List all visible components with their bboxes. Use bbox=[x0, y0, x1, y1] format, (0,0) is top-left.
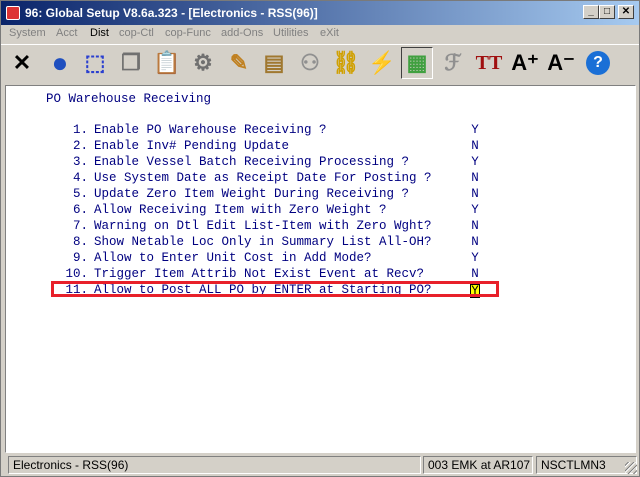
option-value[interactable]: Y bbox=[470, 251, 480, 265]
link-chain-icon: ⛓ bbox=[332, 50, 360, 75]
option-row: 2. Enable Inv# Pending Update N bbox=[6, 139, 636, 155]
option-row: 6. Allow Receiving Item with Zero Weight … bbox=[6, 203, 636, 219]
app-icon bbox=[6, 6, 20, 20]
group-icon: ⚇ bbox=[300, 50, 320, 75]
option-label: Enable PO Warehouse Receiving ? bbox=[94, 123, 327, 137]
option-label: Enable Inv# Pending Update bbox=[94, 139, 290, 153]
option-value[interactable]: N bbox=[470, 267, 480, 281]
option-value[interactable]: N bbox=[470, 171, 480, 185]
option-number: 9. bbox=[72, 251, 88, 265]
notes-button[interactable]: ▤ bbox=[258, 47, 290, 79]
option-number: 8. bbox=[72, 235, 88, 249]
menu-bar: System Acct Dist cop-Ctl cop-Func add-On… bbox=[1, 25, 639, 43]
font-tt-icon: TT bbox=[475, 52, 503, 74]
edit-pencil-button[interactable]: ✎ bbox=[223, 47, 255, 79]
option-number: 3. bbox=[72, 155, 88, 169]
option-number: 4. bbox=[72, 171, 88, 185]
option-label: Update Zero Item Weight During Receiving… bbox=[94, 187, 410, 201]
maximize-button[interactable]: □ bbox=[599, 5, 615, 19]
menu-system[interactable]: System bbox=[9, 27, 46, 39]
option-label: Enable Vessel Batch Receiving Processing… bbox=[94, 155, 410, 169]
option-number: 2. bbox=[72, 139, 88, 153]
menu-acct[interactable]: Acct bbox=[56, 27, 77, 39]
option-label: Use System Date as Receipt Date For Post… bbox=[94, 171, 432, 185]
status-user: 003 EMK at AR107 bbox=[423, 456, 533, 474]
selected-option-highlight bbox=[51, 281, 499, 297]
option-number: 6. bbox=[72, 203, 88, 217]
option-number: 7. bbox=[72, 219, 88, 233]
option-number: 10. bbox=[65, 267, 88, 281]
menu-exit[interactable]: eXit bbox=[320, 27, 339, 39]
copy-icon: ❐ bbox=[121, 50, 141, 75]
settings-gear-icon: ⚙ bbox=[193, 50, 213, 75]
option-label: Warning on Dtl Edit List-Item with Zero … bbox=[94, 219, 432, 233]
screen-title: PO Warehouse Receiving bbox=[46, 92, 212, 106]
lightning-button[interactable]: ⚡ bbox=[366, 47, 398, 79]
help-button[interactable]: ? bbox=[582, 47, 614, 79]
option-row: 7. Warning on Dtl Edit List-Item with Zer… bbox=[6, 219, 636, 235]
font-decrease-button[interactable]: A⁻ bbox=[545, 47, 577, 79]
option-row: 5. Update Zero Item Weight During Receivi… bbox=[6, 187, 636, 203]
exit-x-button[interactable]: ✕ bbox=[6, 47, 38, 79]
calendar-bolt-icon: ▦ bbox=[406, 50, 428, 75]
select-box-icon: ⬚ bbox=[84, 50, 106, 75]
option-label: Trigger Item Attrib Not Exist Event at R… bbox=[94, 267, 425, 281]
option-value[interactable]: N bbox=[470, 235, 480, 249]
script-icon: ℱ bbox=[444, 50, 462, 75]
option-label: Allow Receiving Item with Zero Weight ? bbox=[94, 203, 387, 217]
font-increase-icon: A⁺ bbox=[511, 50, 539, 75]
globe-button[interactable]: ● bbox=[44, 47, 76, 79]
window-title: 96: Global Setup V8.6a.323 - [Electronic… bbox=[25, 6, 318, 20]
option-row: 8. Show Netable Loc Only in Summary List … bbox=[6, 235, 636, 251]
calendar-bolt-button[interactable]: ▦ bbox=[401, 47, 433, 79]
lightning-icon: ⚡ bbox=[368, 50, 396, 75]
group-button[interactable]: ⚇ bbox=[294, 47, 326, 79]
option-value[interactable]: Y bbox=[470, 155, 480, 169]
option-row: 1. Enable PO Warehouse Receiving ? Y bbox=[6, 123, 636, 139]
option-row: 9. Allow to Enter Unit Cost in Add Mode? Y bbox=[6, 251, 636, 267]
menu-add-ons[interactable]: add-Ons bbox=[221, 27, 263, 39]
paste-icon: 📋 bbox=[153, 50, 181, 75]
edit-pencil-icon: ✎ bbox=[229, 50, 249, 75]
menu-cop-ctl[interactable]: cop-Ctl bbox=[119, 27, 154, 39]
menu-utilities[interactable]: Utilities bbox=[273, 27, 308, 39]
paste-button[interactable]: 📋 bbox=[151, 47, 183, 79]
notes-icon: ▤ bbox=[263, 50, 285, 75]
option-row: 4. Use System Date as Receipt Date For Po… bbox=[6, 171, 636, 187]
font-tt-button[interactable]: TT bbox=[473, 47, 505, 79]
script-button[interactable]: ℱ bbox=[437, 47, 469, 79]
option-value[interactable]: N bbox=[470, 139, 480, 153]
font-increase-button[interactable]: A⁺ bbox=[509, 47, 541, 79]
option-number: 1. bbox=[72, 123, 88, 137]
globe-icon: ● bbox=[51, 47, 69, 78]
option-value[interactable]: Y bbox=[470, 203, 480, 217]
minimize-button[interactable]: _ bbox=[583, 5, 599, 19]
resize-grip[interactable] bbox=[625, 462, 637, 474]
menu-cop-func[interactable]: cop-Func bbox=[165, 27, 211, 39]
status-bar: Electronics - RSS(96) 003 EMK at AR107 N… bbox=[1, 455, 639, 476]
status-machine: NSCTLMN3 bbox=[536, 456, 637, 474]
app-window: 96: Global Setup V8.6a.323 - [Electronic… bbox=[0, 0, 640, 477]
help-icon: ? bbox=[586, 51, 610, 75]
menu-dist[interactable]: Dist bbox=[90, 27, 109, 39]
close-button[interactable]: ✕ bbox=[618, 5, 634, 19]
select-box-button[interactable]: ⬚ bbox=[79, 47, 111, 79]
option-label: Show Netable Loc Only in Summary List Al… bbox=[94, 235, 432, 249]
option-value[interactable]: Y bbox=[470, 123, 480, 137]
option-number: 5. bbox=[72, 187, 88, 201]
option-label: Allow to Enter Unit Cost in Add Mode? bbox=[94, 251, 372, 265]
option-row: 3. Enable Vessel Batch Receiving Processi… bbox=[6, 155, 636, 171]
option-value[interactable]: N bbox=[470, 219, 480, 233]
font-decrease-icon: A⁻ bbox=[547, 50, 575, 75]
status-company: Electronics - RSS(96) bbox=[8, 456, 421, 474]
option-value[interactable]: N bbox=[470, 187, 480, 201]
settings-gear-button[interactable]: ⚙ bbox=[187, 47, 219, 79]
link-chain-button[interactable]: ⛓ bbox=[330, 47, 362, 79]
copy-button[interactable]: ❐ bbox=[115, 47, 147, 79]
exit-x-icon: ✕ bbox=[12, 50, 32, 75]
setup-screen: PO Warehouse Receiving 1. Enable PO Wareh… bbox=[5, 85, 636, 453]
title-bar: 96: Global Setup V8.6a.323 - [Electronic… bbox=[1, 1, 639, 25]
toolbar: ✕ ● ⬚ ❐ 📋 ⚙ ✎ ▤ ⚇ ⛓ ⚡ ▦ ℱ TT A⁺ A⁻? bbox=[1, 44, 639, 82]
